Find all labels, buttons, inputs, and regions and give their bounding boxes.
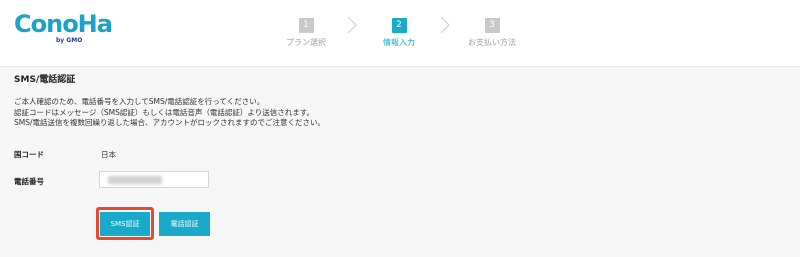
section-title: SMS/電話認証 — [14, 75, 76, 85]
blurred-phone-number — [108, 176, 162, 184]
country-code-label: 国コード — [14, 150, 44, 159]
logo-text: ConoHa — [14, 10, 113, 38]
country-code-value[interactable]: 日本 — [101, 149, 116, 160]
logo-subtext: by GMO — [56, 37, 83, 44]
header: ConoHa by GMO 1 プラン選択 2 情報入力 3 お支払い方法 — [0, 0, 800, 67]
step-number: 3 — [484, 18, 500, 33]
description-line: ご本人確認のため、電話番号を入力してSMS/電話認証を行ってください。 — [14, 97, 265, 106]
sms-verify-button[interactable]: SMS認証 — [100, 212, 150, 236]
phone-number-label: 電話番号 — [14, 177, 44, 186]
conoha-logo[interactable]: ConoHa by GMO — [14, 10, 113, 44]
step-number: 2 — [391, 18, 407, 33]
description-line: SMS/電話送信を複数回繰り返した場合、アカウントがロックされますのでご注意くだ… — [14, 118, 326, 127]
phone-verify-button[interactable]: 電話認証 — [159, 212, 210, 236]
step-number: 1 — [298, 18, 314, 33]
description-line: 認証コードはメッセージ（SMS認証）もしくは電話音声（電話認証）より送信されます… — [14, 107, 314, 117]
step-label: お支払い方法 — [468, 38, 516, 47]
section-description: ご本人確認のため、電話番号を入力してSMS/電話認証を行ってください。 認証コー… — [14, 97, 514, 129]
step-payment-method: 3 お支払い方法 — [432, 12, 552, 48]
